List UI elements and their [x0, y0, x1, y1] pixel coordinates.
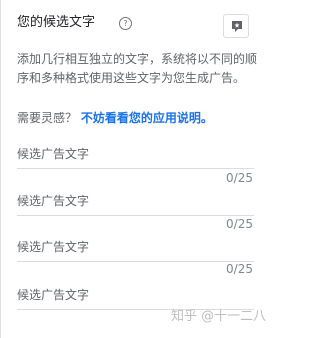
char-counter-1: 0/25: [226, 171, 253, 185]
watermark: 知乎 @十一二八: [171, 309, 267, 324]
help-icon[interactable]: ?: [119, 17, 132, 30]
ad-text-field-2[interactable]: [17, 189, 254, 216]
ad-text-input-4[interactable]: [17, 283, 254, 307]
ad-text-field-4[interactable]: [17, 283, 254, 310]
char-counter-2: 0/25: [226, 217, 253, 231]
app-description-link[interactable]: 不妨看看您的应用说明。: [81, 111, 213, 125]
char-counter-3: 0/25: [226, 262, 253, 276]
lightbulb-comment-icon: [232, 21, 242, 32]
panel-description: 添加几行相互独立的文字，系统将以不同的顺序和多种格式使用这些文字为您生成广告。: [17, 52, 258, 85]
ad-text-input-3[interactable]: [17, 235, 254, 259]
inspiration-line: 需要灵感？ 不妨看看您的应用说明。: [17, 110, 257, 126]
panel-header: 您的候选文字 ?: [17, 12, 254, 36]
panel-title: 您的候选文字: [17, 15, 96, 30]
suggestion-button[interactable]: [223, 14, 249, 38]
ad-text-input-1[interactable]: [17, 142, 254, 166]
inspiration-prompt: 需要灵感？: [17, 111, 78, 125]
ad-text-field-1[interactable]: [17, 142, 254, 169]
ad-text-panel: 您的候选文字 ? 添加几行相互独立的文字，系统将以不同的顺序和多种格式使用这些文…: [0, 0, 270, 338]
ad-text-input-2[interactable]: [17, 189, 254, 213]
ad-text-field-3[interactable]: [17, 235, 254, 262]
